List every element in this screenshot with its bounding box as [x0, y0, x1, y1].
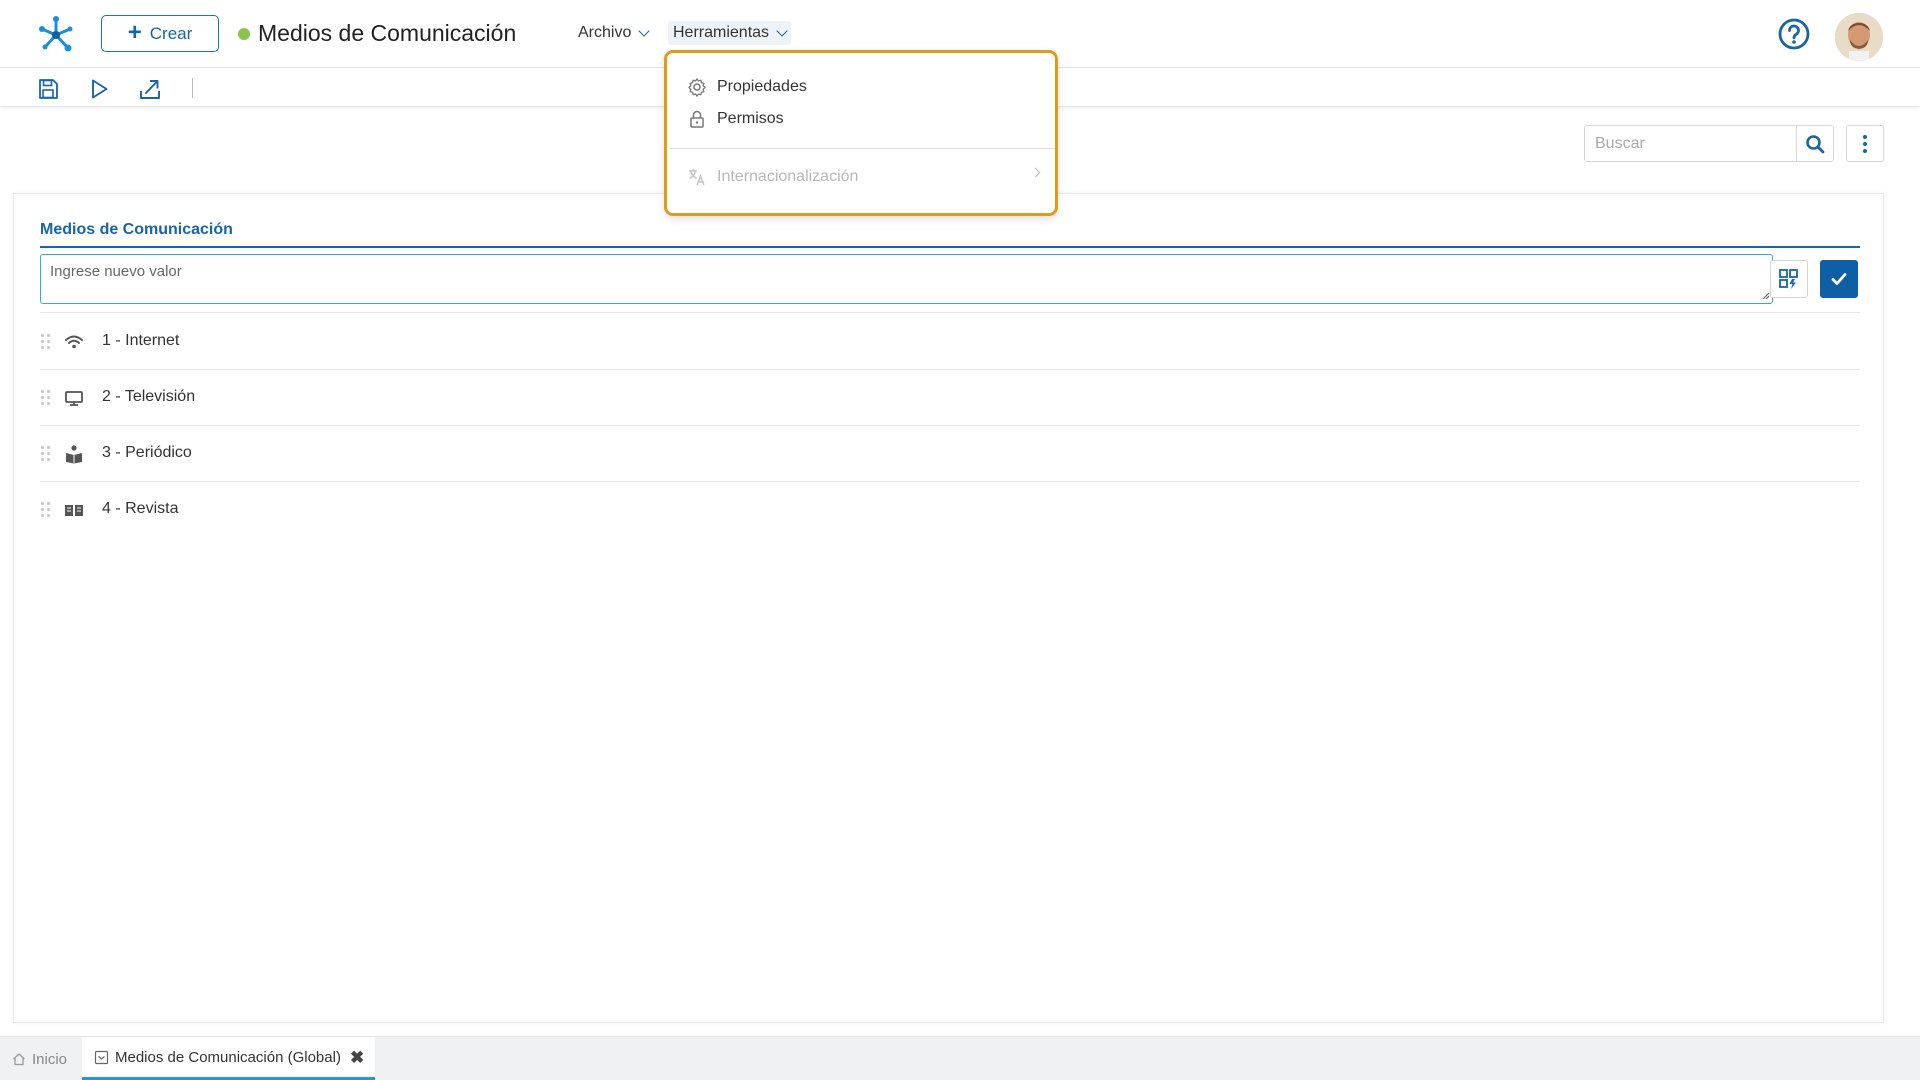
kebab-dot: [1863, 148, 1867, 153]
menu-separator: [670, 148, 1055, 149]
menu-item-internacionalizacion: Internacionalización: [687, 167, 858, 187]
panel-title-underline: [40, 246, 1860, 248]
plus-icon: +: [127, 18, 142, 46]
page-title: Medios de Comunicación: [258, 20, 517, 46]
list-item-label: 1 - Internet: [102, 332, 180, 349]
panel-title: Medios de Comunicación: [40, 221, 233, 238]
menu-archivo[interactable]: Archivo: [573, 21, 653, 45]
menu-item-propiedades[interactable]: Propiedades: [687, 77, 807, 97]
home-icon: [13, 1053, 25, 1066]
drag-handle-icon[interactable]: [41, 334, 51, 350]
tab-medios-de-comunicacion[interactable]: Medios de Comunicación (Global) ✖: [82, 1037, 375, 1080]
drag-handle-icon[interactable]: [41, 390, 51, 406]
input-divider: [40, 312, 1860, 313]
menu-item-label: Permisos: [717, 110, 784, 127]
list-item[interactable]: 4 - Revista: [40, 482, 1860, 538]
newspaper-reader-icon: [66, 445, 82, 464]
play-icon[interactable]: [87, 77, 111, 101]
chevron-down-icon: [638, 24, 651, 37]
wifi-icon: [65, 335, 83, 349]
list-item[interactable]: 3 - Periódico: [40, 426, 1860, 482]
save-icon[interactable]: [36, 77, 60, 101]
open-book-icon: [65, 505, 83, 516]
menu-herramientas[interactable]: Herramientas: [668, 21, 792, 45]
magic-grid-icon: [1779, 269, 1798, 289]
list-box-icon: [94, 1050, 109, 1064]
drag-handle-icon[interactable]: [41, 502, 51, 518]
values-list: 1 - Internet 2 - Televisión 3 - Periódic…: [40, 314, 1860, 538]
menu-herramientas-label: Herramientas: [673, 24, 770, 41]
list-item-label: 4 - Revista: [102, 500, 179, 517]
create-button[interactable]: + Crear: [101, 15, 219, 52]
checkmark-icon: [1831, 273, 1847, 285]
help-icon[interactable]: [1778, 18, 1810, 50]
menu-item-label: Internacionalización: [717, 168, 859, 185]
tab-label: Inicio: [32, 1050, 68, 1068]
toolbar-separator: [192, 78, 193, 98]
resize-handle-icon[interactable]: [1762, 292, 1770, 300]
close-icon[interactable]: ✖: [350, 1048, 364, 1068]
avatar[interactable]: [1835, 13, 1883, 61]
monitor-icon: [65, 391, 83, 406]
new-value-input[interactable]: [40, 254, 1773, 304]
menu-item-permisos[interactable]: Permisos: [687, 109, 784, 129]
tools-dropdown-menu: Propiedades Permisos Internacionalizació…: [664, 50, 1058, 216]
list-item-label: 3 - Periódico: [102, 444, 192, 461]
search-button[interactable]: [1796, 126, 1833, 161]
menu-archivo-label: Archivo: [578, 24, 632, 41]
translate-icon: [689, 169, 705, 186]
menu-item-label: Propiedades: [717, 78, 807, 95]
search-input[interactable]: [1585, 126, 1796, 161]
confirm-button[interactable]: [1820, 260, 1858, 298]
values-panel: Medios de Comunicación 1 - Internet: [13, 193, 1884, 1023]
chevron-down-icon: [776, 24, 788, 37]
search-box: [1584, 125, 1834, 162]
tab-label: Medios de Comunicación (Global): [115, 1048, 341, 1066]
bottom-tab-bar: Inicio Medios de Comunicación (Global) ✖: [0, 1036, 1920, 1080]
more-options-button[interactable]: [1846, 125, 1884, 162]
list-item-label: 2 - Televisión: [102, 388, 196, 405]
create-button-label: Crear: [149, 23, 193, 43]
search-icon: [1806, 134, 1825, 153]
tab-inicio[interactable]: Inicio: [12, 1037, 67, 1080]
lock-icon: [690, 110, 704, 128]
ai-assistant-button[interactable]: [1770, 260, 1808, 298]
status-indicator: [238, 28, 250, 40]
list-item[interactable]: 1 - Internet: [40, 314, 1860, 370]
app-logo-icon[interactable]: [36, 13, 76, 53]
gear-icon: [688, 78, 706, 97]
kebab-dot: [1863, 141, 1867, 146]
export-icon[interactable]: [138, 77, 162, 101]
chevron-right-icon: [1030, 167, 1041, 178]
list-item[interactable]: 2 - Televisión: [40, 370, 1860, 426]
kebab-dot: [1863, 134, 1867, 139]
drag-handle-icon[interactable]: [41, 446, 51, 462]
